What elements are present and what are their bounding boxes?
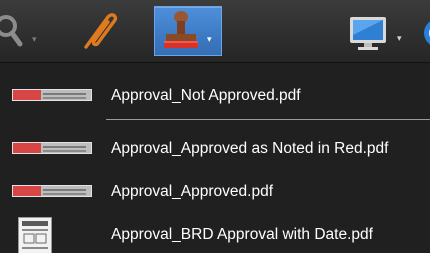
menu-item-brd-approval[interactable]: Approval_BRD Approval with Date.pdf bbox=[0, 213, 430, 253]
search-button[interactable]: ▾ bbox=[0, 6, 44, 56]
menu-item-approved[interactable]: Approval_Approved.pdf bbox=[0, 170, 430, 214]
document-thumbnail bbox=[18, 217, 52, 253]
menu-item-not-approved[interactable]: Approval_Not Approved.pdf bbox=[0, 74, 430, 118]
display-button[interactable]: ▾ bbox=[336, 6, 430, 56]
red-stamp-thumbnail bbox=[12, 185, 92, 197]
document-icon bbox=[22, 221, 48, 249]
stamp-icon bbox=[164, 11, 198, 48]
menu-item-label: Approval_BRD Approval with Date.pdf bbox=[111, 226, 373, 243]
globe-icon bbox=[424, 21, 430, 45]
paperclip-icon bbox=[84, 13, 118, 49]
chevron-down-icon[interactable]: ▾ bbox=[397, 34, 402, 43]
menu-item-approved-as-noted[interactable]: Approval_Approved as Noted in Red.pdf bbox=[0, 127, 430, 171]
attach-button[interactable] bbox=[64, 6, 134, 56]
menu-item-label: Approval_Not Approved.pdf bbox=[111, 87, 301, 104]
monitor-icon bbox=[350, 17, 386, 50]
menu-separator bbox=[106, 119, 430, 120]
stamp-button[interactable]: ▾ bbox=[154, 6, 222, 56]
red-stamp-thumbnail bbox=[12, 142, 92, 154]
menu-item-label: Approval_Approved.pdf bbox=[111, 183, 274, 200]
stamp-dropdown-menu: Approval_Not Approved.pdf Approval_Appro… bbox=[0, 62, 430, 253]
red-stamp-thumbnail bbox=[12, 89, 92, 101]
chevron-down-icon[interactable]: ▾ bbox=[32, 35, 37, 44]
menu-item-label: Approval_Approved as Noted in Red.pdf bbox=[111, 140, 389, 157]
app-window: ▾ ▾ ▾ Approval_Not Approved.pdf Approval… bbox=[0, 0, 430, 253]
toolbar: ▾ ▾ ▾ bbox=[0, 0, 430, 62]
chevron-down-icon[interactable]: ▾ bbox=[207, 35, 212, 44]
magnifier-icon bbox=[0, 15, 23, 47]
